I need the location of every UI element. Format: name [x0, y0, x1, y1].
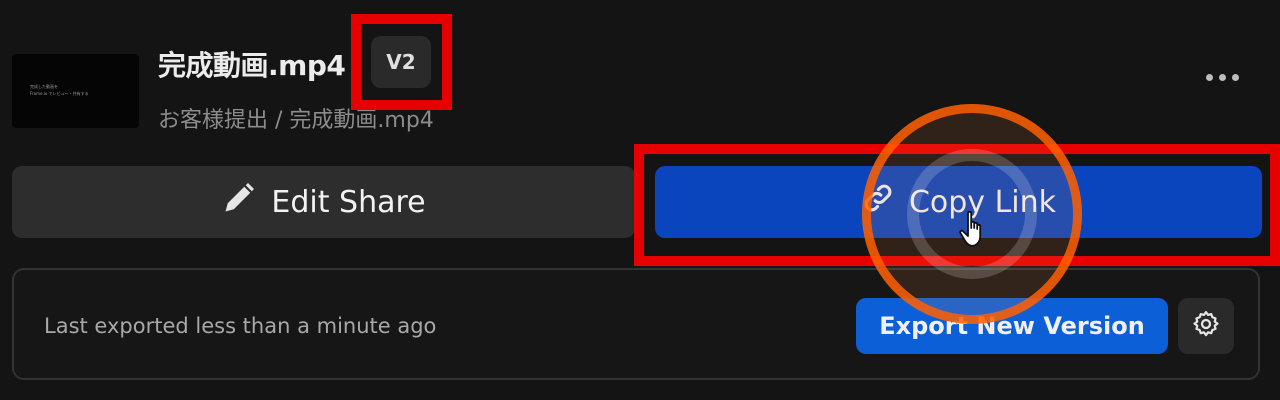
video-thumbnail[interactable]: 完成した動画を Frame.io でレビュー・共有する — [12, 54, 139, 128]
file-title: 完成動画.mp4 — [158, 49, 346, 82]
export-status: Last exported less than a minute ago — [44, 314, 437, 338]
hand-cursor-icon — [958, 210, 992, 254]
more-dot — [1218, 73, 1226, 81]
gear-icon — [1191, 309, 1221, 343]
more-horizontal-icon — [1205, 73, 1213, 81]
edit-share-button[interactable]: Edit Share — [12, 166, 635, 238]
edit-share-label: Edit Share — [271, 184, 426, 220]
more-options-button[interactable] — [1196, 60, 1248, 94]
thumbnail-text-line2: Frame.io でレビュー・共有する — [30, 91, 89, 96]
export-settings-button[interactable] — [1178, 298, 1234, 354]
pencil-icon — [221, 180, 257, 224]
more-dot — [1231, 73, 1239, 81]
version-highlight-box — [351, 14, 452, 110]
export-panel: Last exported less than a minute ago Exp… — [12, 268, 1260, 380]
thumbnail-text-line1: 完成した動画を — [30, 84, 58, 89]
